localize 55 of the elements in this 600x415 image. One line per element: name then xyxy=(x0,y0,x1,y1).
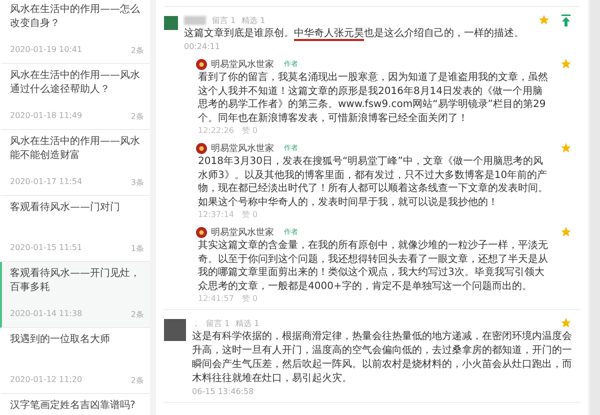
blurred-name xyxy=(184,16,206,24)
article-date: 2020-01-18 11:49 xyxy=(10,111,82,122)
comment-time: 00:24:11 xyxy=(184,41,221,53)
reply-time: 12:37:14 xyxy=(198,209,234,221)
article-item[interactable]: 风水在生活中的作用——风水通过什么途径帮助人？ 2020-01-18 11:49 2条 xyxy=(0,64,150,130)
reply-text: 2018年3月30日，发表在搜狐号“明易堂丁峰”中，文章《做一个用脑思考的风水师3》。以及其他我的博客里面，都有发过，只不过大多数博客是10年前的产物，现在都已经淡出时代了！所有人都可以顺着这条线查一下文章的发表时间。如果这个号称中华奇人的，发表时间早于我，就可以说是我抄他的！ xyxy=(197,155,549,209)
comment-count: 2条 xyxy=(130,45,144,56)
featured-count: 精选 1 xyxy=(236,318,260,328)
comment-count: 2条 xyxy=(130,375,144,386)
article-title: 风水在生活中的作用——风水能不能创造财富 xyxy=(10,135,141,163)
star-icon[interactable] xyxy=(560,142,572,154)
article-title: 汉字笔画定姓名吉凶靠谱吗? xyxy=(10,399,136,413)
author-avatar-icon xyxy=(196,142,207,154)
article-date: 2020-01-12 11:20 xyxy=(10,375,82,386)
user-name: ， xyxy=(192,318,200,328)
article-item[interactable]: 风水在生活中的作用——怎么改变自身？ 2020-01-19 10:41 2条 xyxy=(0,0,150,64)
author-name: 明易堂风水世家 xyxy=(211,58,274,70)
article-title: 客观看待风水——开门见灶，百事多耗 xyxy=(10,267,141,295)
reply-text: 其实这篇文章的含金量，在我的所有原创中，就像沙堆的一粒沙子一样，平淡无奇。以至于你问到这个问题，我还想得转回头去看了一眼文章，还想了半天是从我的哪篇文章里面剪出来的！类似这个观点，我大约写过3次。毕竟我写引领大众思考的文章，一般都是4000+字的，肯定不是单独写这一个问题而出的。 xyxy=(197,239,549,293)
message-count: 留言 1 xyxy=(212,14,236,26)
star-icon[interactable] xyxy=(538,14,550,26)
photo-placeholder xyxy=(164,319,186,341)
reply-time: 12:41:57 xyxy=(198,293,234,305)
reply-time: 12:22:26 xyxy=(198,125,234,137)
article-date: 2020-01-17 11:54 xyxy=(10,177,82,188)
article-title: 风水在生活中的作用——风水通过什么途径帮助人？ xyxy=(10,69,141,97)
article-title: 我遇到的一位取名大师 xyxy=(10,333,111,347)
article-title: 客观看待风水——门对门 xyxy=(10,201,121,215)
author-name: 明易堂风水世家 xyxy=(211,226,274,238)
comment-time: 06-15 13:46:58 xyxy=(192,386,255,398)
avatar-square xyxy=(164,16,178,30)
author-name: 明易堂风水世家 xyxy=(211,142,274,154)
article-item[interactable]: 汉字笔画定姓名吉凶靠谱吗? xyxy=(0,394,150,415)
reply-text: 看到了你的留言，我莫名涌现出一股寒意，因为知道了是谁盗用我的文章，虽然这个人我并不知道！这篇文章的原形是我2016年8月14日发表的《做一个用脑思考的易学工作者》的第三条。www.fsw9.com网站“易学明镜录”栏目的第29个。同年也在新浪博客发表，可惜新浪博客已经全面关闭了！ xyxy=(197,71,549,125)
comment-count: 3条 xyxy=(130,177,144,188)
comment-text: 这篇文章到底是谁原创。中华奇人张元昊也是这么介绍自己的，一样的描述。 xyxy=(184,27,525,41)
article-date: 2020-01-15 11:51 xyxy=(10,243,82,254)
article-date: 2020-01-19 10:41 xyxy=(10,45,82,56)
comment-text: 这是有科学依据的，根据商滑定律，热量会往热量低的地方递减，在密闭环境内温度会升高，这时一旦有人开门，温度高的空气会偏向低的，去过桑拿房的都知道，开门的一瞬间会产生气压差，然后吹起一阵风。以前农村是烧材料的，小火苗会从灶口跑出，而木料往往就堆在灶口，易引起火灾。 xyxy=(192,330,573,386)
message-count: 留言 1 xyxy=(206,318,230,328)
featured-count: 精选 1 xyxy=(242,14,266,26)
star-icon[interactable] xyxy=(560,58,572,70)
pin-top-icon[interactable] xyxy=(560,14,572,26)
comment-count: 2条 xyxy=(130,111,144,122)
author-avatar-icon xyxy=(196,58,207,70)
star-icon[interactable] xyxy=(560,226,572,238)
article-date: 2020-01-14 11:38 xyxy=(10,309,82,320)
comment-count: 2条 xyxy=(130,309,144,320)
author-avatar-icon xyxy=(196,226,207,238)
article-title: 风水在生活中的作用——怎么改变自身？ xyxy=(10,3,141,31)
article-item[interactable]: 风水在生活中的作用——风水能不能创造财富 2020-01-17 11:54 3条 xyxy=(0,130,150,196)
star-icon[interactable] xyxy=(560,317,572,329)
article-item[interactable]: 我遇到的一位取名大师 2020-01-12 11:20 2条 xyxy=(0,328,150,394)
article-item[interactable]: 客观看待风水——开门见灶，百事多耗 2020-01-14 11:38 2条 xyxy=(0,262,150,328)
comment-count: 1条 xyxy=(130,243,144,254)
